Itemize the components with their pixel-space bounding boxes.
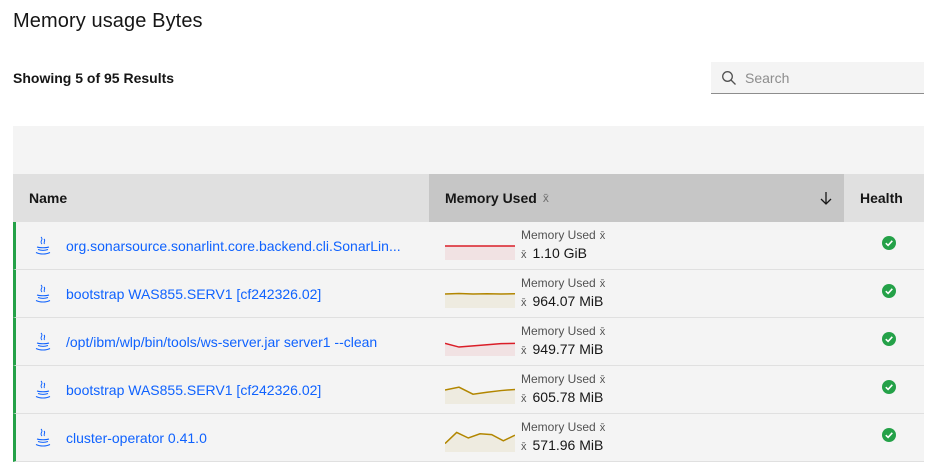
process-name-link[interactable]: bootstrap WAS855.SERV1 [cf242326.02] — [66, 286, 321, 302]
java-icon — [34, 236, 52, 256]
metric-label: Memory Used — [521, 372, 596, 386]
process-name-link[interactable]: cluster-operator 0.41.0 — [66, 430, 207, 446]
memory-text: Memory Used x̄ x̄ 949.77 MiB — [521, 323, 605, 360]
memory-cell: Memory Used x̄ x̄ 571.96 MiB — [429, 414, 844, 461]
health-cell — [844, 366, 924, 413]
table-row[interactable]: /opt/ibm/wlp/bin/tools/ws-server.jar ser… — [13, 318, 924, 366]
sparkline-area — [445, 431, 515, 452]
checkmark-icon — [882, 428, 896, 447]
memory-cell: Memory Used x̄ x̄ 964.07 MiB — [429, 270, 844, 317]
column-header-memory[interactable]: Memory Used x̄ — [429, 174, 844, 222]
memory-cell: Memory Used x̄ x̄ 1.10 GiB — [429, 222, 844, 269]
memory-sparkline — [445, 342, 515, 356]
column-header-health-label: Health — [860, 190, 903, 206]
table-body: org.sonarsource.sonarlint.core.backend.c… — [13, 222, 924, 462]
memory-text: Memory Used x̄ x̄ 571.96 MiB — [521, 419, 605, 456]
memory-value: 571.96 MiB — [532, 437, 604, 453]
memory-text: Memory Used x̄ x̄ 1.10 GiB — [521, 227, 605, 264]
page-title: Memory usage Bytes — [13, 10, 203, 32]
memory-text: Memory Used x̄ x̄ 605.78 MiB — [521, 371, 605, 408]
column-header-name[interactable]: Name — [13, 174, 429, 222]
metric-label: Memory Used — [521, 324, 596, 338]
checkmark-icon — [882, 236, 896, 255]
checkmark-icon — [882, 284, 896, 303]
sparkline-area — [445, 245, 515, 260]
table-row[interactable]: bootstrap WAS855.SERV1 [cf242326.02] Mem… — [13, 366, 924, 414]
name-cell: bootstrap WAS855.SERV1 [cf242326.02] — [16, 366, 429, 413]
process-table: Name Memory Used x̄ Health org.sonarsour… — [13, 174, 924, 462]
table-row[interactable]: org.sonarsource.sonarlint.core.backend.c… — [13, 222, 924, 270]
mean-symbol: x̄ — [521, 249, 527, 261]
mean-symbol: x̄ — [521, 297, 527, 309]
search-box[interactable] — [711, 62, 924, 94]
memory-sparkline — [445, 244, 515, 260]
memory-sparkline — [445, 385, 515, 404]
health-cell — [844, 414, 924, 461]
memory-value: 949.77 MiB — [532, 341, 604, 357]
mean-symbol: x̄ — [542, 191, 549, 205]
mean-symbol: x̄ — [599, 374, 606, 386]
sparkline-area — [445, 292, 515, 308]
memory-sparkline — [445, 430, 515, 452]
column-header-name-label: Name — [29, 190, 68, 206]
column-header-memory-label: Memory Used — [445, 190, 537, 206]
java-icon — [34, 380, 52, 400]
process-name-link[interactable]: org.sonarsource.sonarlint.core.backend.c… — [66, 238, 401, 254]
table-row[interactable]: bootstrap WAS855.SERV1 [cf242326.02] Mem… — [13, 270, 924, 318]
mean-symbol: x̄ — [599, 326, 606, 338]
name-cell: cluster-operator 0.41.0 — [16, 414, 429, 461]
mean-symbol: x̄ — [599, 422, 606, 434]
table-toolbar — [13, 126, 924, 174]
process-name-link[interactable]: bootstrap WAS855.SERV1 [cf242326.02] — [66, 382, 321, 398]
name-cell: /opt/ibm/wlp/bin/tools/ws-server.jar ser… — [16, 318, 429, 365]
table-header: Name Memory Used x̄ Health — [13, 174, 924, 222]
mean-symbol: x̄ — [521, 345, 527, 357]
sort-descending-icon[interactable] — [818, 190, 834, 206]
memory-value: 605.78 MiB — [532, 389, 604, 405]
health-cell — [844, 318, 924, 365]
search-icon — [721, 70, 737, 86]
java-icon — [34, 428, 52, 448]
memory-cell: Memory Used x̄ x̄ 949.77 MiB — [429, 318, 844, 365]
results-count: Showing 5 of 95 Results — [13, 70, 175, 86]
sparkline-line — [445, 292, 515, 295]
health-cell — [844, 222, 924, 269]
health-cell — [844, 270, 924, 317]
mean-symbol: x̄ — [599, 230, 606, 242]
name-cell: bootstrap WAS855.SERV1 [cf242326.02] — [16, 270, 429, 317]
column-header-health[interactable]: Health — [844, 174, 924, 222]
memory-sparkline — [445, 292, 515, 308]
mean-symbol: x̄ — [521, 441, 527, 453]
memory-text: Memory Used x̄ x̄ 964.07 MiB — [521, 275, 605, 312]
memory-cell: Memory Used x̄ x̄ 605.78 MiB — [429, 366, 844, 413]
metric-label: Memory Used — [521, 420, 596, 434]
checkmark-icon — [882, 332, 896, 351]
java-icon — [34, 332, 52, 352]
table-row[interactable]: cluster-operator 0.41.0 Memory Used x̄ x̄… — [13, 414, 924, 462]
name-cell: org.sonarsource.sonarlint.core.backend.c… — [16, 222, 429, 269]
search-input[interactable] — [745, 69, 915, 86]
metric-label: Memory Used — [521, 276, 596, 290]
metric-label: Memory Used — [521, 228, 596, 242]
mean-symbol: x̄ — [521, 393, 527, 405]
memory-value: 1.10 GiB — [532, 245, 587, 261]
java-icon — [34, 284, 52, 304]
mean-symbol: x̄ — [599, 278, 606, 290]
checkmark-icon — [882, 380, 896, 399]
memory-value: 964.07 MiB — [532, 293, 604, 309]
process-name-link[interactable]: /opt/ibm/wlp/bin/tools/ws-server.jar ser… — [66, 334, 377, 350]
